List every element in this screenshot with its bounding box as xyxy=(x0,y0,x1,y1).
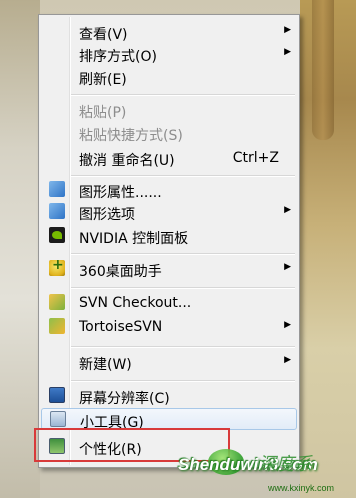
nvidia-icon xyxy=(49,227,65,243)
submenu-arrow-icon: ▶ xyxy=(284,355,291,365)
graphics-options-icon xyxy=(49,203,65,219)
menu-item-graphics-properties[interactable]: 图形属性...... xyxy=(41,179,297,201)
menu-item-label: 360桌面助手 xyxy=(79,264,162,280)
watermark-decor: 深度系 xyxy=(258,454,312,475)
menu-item-paste-shortcut[interactable]: 粘贴快捷方式(S) xyxy=(41,122,297,144)
menu-item-view[interactable]: 查看(V) ▶ xyxy=(41,21,297,43)
submenu-arrow-icon: ▶ xyxy=(284,47,291,57)
submenu-arrow-icon: ▶ xyxy=(284,262,291,272)
menu-separator xyxy=(71,346,295,348)
menu-item-screen-resolution[interactable]: 屏幕分辨率(C) xyxy=(41,385,297,407)
svn-checkout-icon xyxy=(49,294,65,310)
screen-resolution-icon xyxy=(49,387,65,403)
menu-separator xyxy=(71,380,295,382)
desktop-context-menu: 查看(V) ▶ 排序方式(O) ▶ 刷新(E) 粘贴(P) 粘贴快捷方式(S) … xyxy=(38,14,300,468)
menu-item-gadgets[interactable]: 小工具(G) xyxy=(41,408,297,431)
tortoisesvn-icon xyxy=(49,318,65,334)
menu-item-label: 粘贴(P) xyxy=(79,105,127,121)
menu-item-label: 图形属性...... xyxy=(79,185,162,201)
menu-item-new[interactable]: 新建(W) ▶ xyxy=(41,351,297,373)
menu-separator xyxy=(71,287,295,289)
submenu-arrow-icon: ▶ xyxy=(284,205,291,215)
submenu-arrow-icon: ▶ xyxy=(284,25,291,35)
menu-item-label: 撤消 重命名(U) xyxy=(79,153,175,169)
menu-separator xyxy=(71,94,295,96)
menu-item-sort-by[interactable]: 排序方式(O) ▶ xyxy=(41,43,297,65)
menu-item-shortcut: Ctrl+Z xyxy=(232,150,279,166)
menu-item-label: 图形选项 xyxy=(79,207,135,223)
submenu-arrow-icon: ▶ xyxy=(284,320,291,330)
menu-item-undo-rename[interactable]: 撤消 重命名(U) Ctrl+Z xyxy=(41,147,297,169)
menu-separator xyxy=(71,175,295,177)
menu-item-paste[interactable]: 粘贴(P) xyxy=(41,99,297,121)
menu-separator xyxy=(71,253,295,255)
menu-item-360-desktop-assistant[interactable]: 360桌面助手 ▶ xyxy=(41,257,297,280)
menu-item-graphics-options[interactable]: 图形选项 ▶ xyxy=(41,201,297,223)
menu-item-label: 屏幕分辨率(C) xyxy=(79,391,170,407)
menu-item-tortoisesvn[interactable]: TortoiseSVN ▶ xyxy=(41,316,297,338)
watermark-url: www.kxinyk.com xyxy=(268,483,335,493)
menu-item-label: 粘贴快捷方式(S) xyxy=(79,128,183,144)
menu-item-label: 新建(W) xyxy=(79,357,132,373)
menu-item-svn-checkout[interactable]: SVN Checkout... xyxy=(41,292,297,314)
desktop-left-scenery xyxy=(0,0,40,498)
menu-item-label: TortoiseSVN xyxy=(79,319,163,335)
menu-item-refresh[interactable]: 刷新(E) xyxy=(41,66,297,88)
menu-item-label: 查看(V) xyxy=(79,27,128,43)
menu-item-label: SVN Checkout... xyxy=(79,295,192,311)
graphics-properties-icon xyxy=(49,181,65,197)
gadgets-icon xyxy=(50,411,66,427)
menu-item-label: 排序方式(O) xyxy=(79,49,157,65)
menu-item-nvidia-control-panel[interactable]: NVIDIA 控制面板 xyxy=(41,225,297,247)
desktop-tree xyxy=(312,0,334,140)
menu-item-label: NVIDIA 控制面板 xyxy=(79,231,189,247)
menu-item-label: 刷新(E) xyxy=(79,72,127,88)
360-icon xyxy=(49,257,65,276)
